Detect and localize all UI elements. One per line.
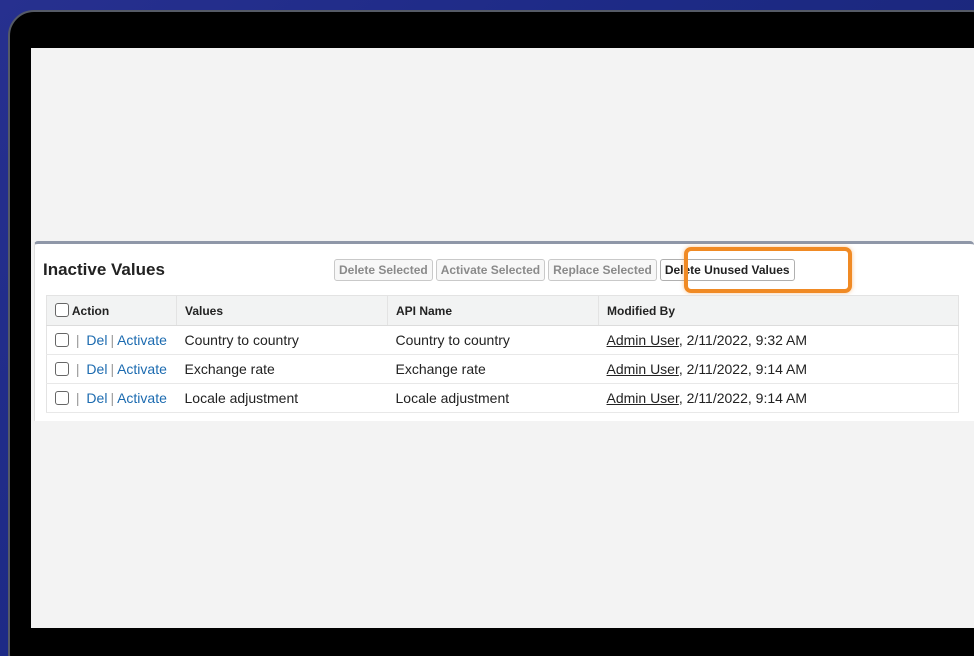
api-name-cell: Exchange rate <box>387 354 599 384</box>
activate-selected-button[interactable]: Activate Selected <box>435 259 546 281</box>
del-link[interactable]: Del <box>86 361 107 377</box>
api-name-cell: Country to country <box>387 325 599 355</box>
modified-by-cell: Admin User, 2/11/2022, 9:14 AM <box>598 354 959 384</box>
api-name-cell: Locale adjustment <box>387 383 599 413</box>
row-checkbox[interactable] <box>55 362 69 376</box>
value-cell: Exchange rate <box>176 354 388 384</box>
header-action: Action <box>46 295 177 326</box>
header-modified-by: Modified By <box>598 295 959 326</box>
modified-date: , 2/11/2022, 9:14 AM <box>678 390 808 406</box>
table-row: | Del | Activate Country to country Country … <box>46 325 959 355</box>
table-header-row: Action Values API Name Modified By <box>46 295 959 326</box>
activate-link[interactable]: Activate <box>117 390 167 406</box>
modified-date: , 2/11/2022, 9:14 AM <box>678 361 808 377</box>
button-row: Delete Selected Activate Selected Replac… <box>334 259 795 281</box>
select-all-checkbox[interactable] <box>55 303 69 317</box>
header-values: Values <box>176 295 388 326</box>
header-api-name: API Name <box>387 295 599 326</box>
action-cell: | Del | Activate <box>46 325 177 355</box>
activate-link[interactable]: Activate <box>117 332 167 348</box>
modified-by-cell: Admin User, 2/11/2022, 9:32 AM <box>598 325 959 355</box>
replace-selected-button[interactable]: Replace Selected <box>548 259 657 281</box>
panel-title: Inactive Values <box>43 260 165 279</box>
modified-date: , 2/11/2022, 9:32 AM <box>678 332 808 348</box>
action-cell: | Del | Activate <box>46 383 177 413</box>
modified-by-user-link[interactable]: Admin User <box>607 390 679 406</box>
inactive-values-panel: Inactive Values Delete Selected Activate… <box>34 241 974 421</box>
del-link[interactable]: Del <box>86 332 107 348</box>
row-checkbox[interactable] <box>55 391 69 405</box>
del-link[interactable]: Del <box>86 390 107 406</box>
modified-by-user-link[interactable]: Admin User <box>607 361 679 377</box>
delete-unused-values-button[interactable]: Delete Unused Values <box>659 259 795 281</box>
value-cell: Locale adjustment <box>176 383 388 413</box>
screen: Inactive Values Delete Selected Activate… <box>31 48 974 628</box>
action-cell: | Del | Activate <box>46 354 177 384</box>
table-row: | Del | Activate Exchange rate Exchange rate… <box>46 354 959 384</box>
activate-link[interactable]: Activate <box>117 361 167 377</box>
table-row: | Del | Activate Locale adjustment Locale ad… <box>46 383 959 413</box>
delete-selected-button[interactable]: Delete Selected <box>334 259 433 281</box>
row-checkbox[interactable] <box>55 333 69 347</box>
modified-by-cell: Admin User, 2/11/2022, 9:14 AM <box>598 383 959 413</box>
modified-by-user-link[interactable]: Admin User <box>607 332 679 348</box>
inactive-values-table: Action Values API Name Modified By | Del… <box>46 295 959 413</box>
value-cell: Country to country <box>176 325 388 355</box>
